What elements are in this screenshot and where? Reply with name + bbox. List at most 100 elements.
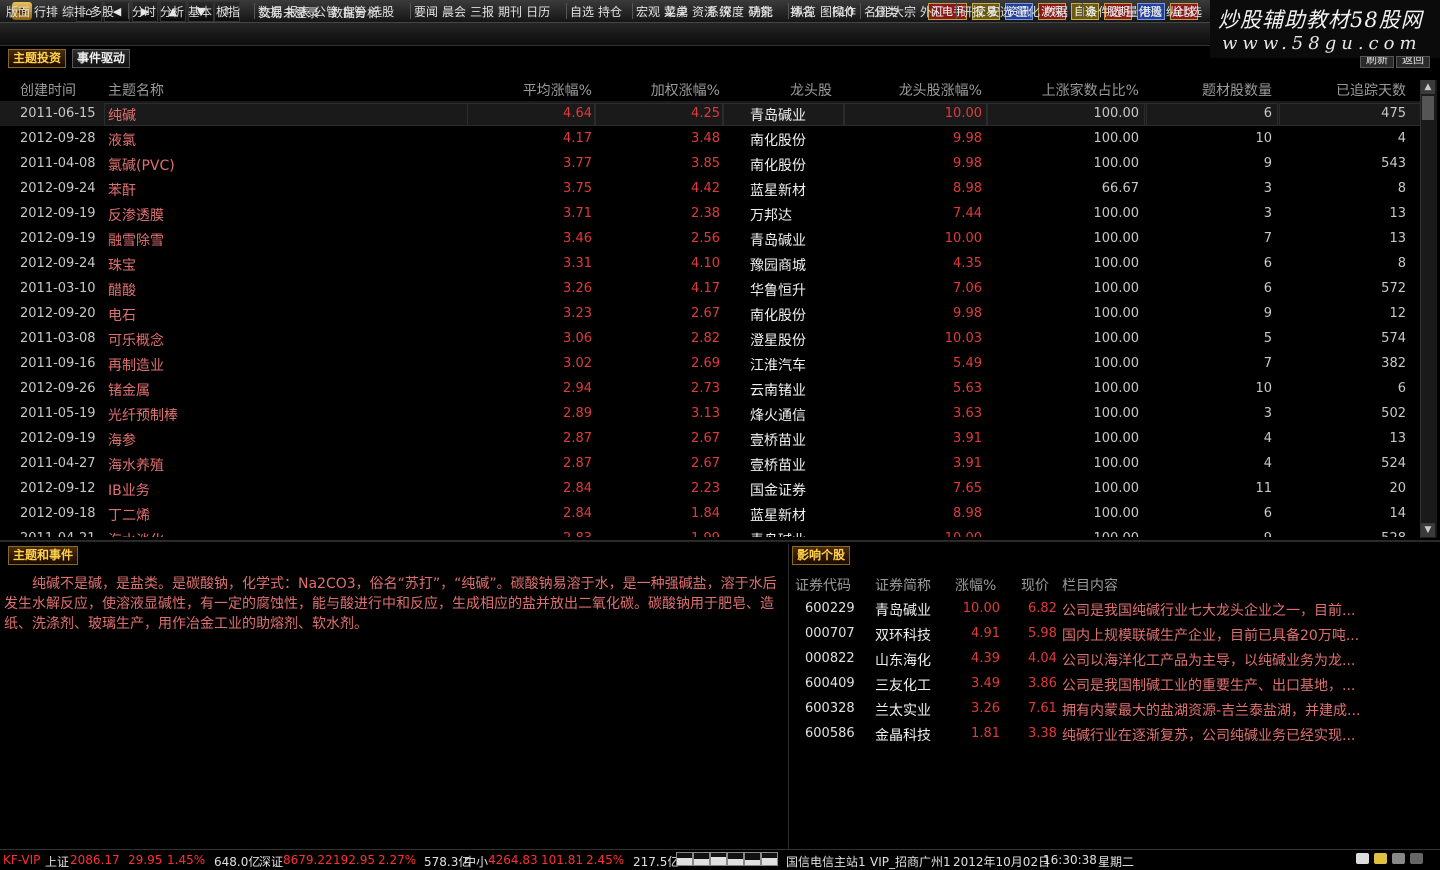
toolbar-item[interactable]: 报表 [286,5,310,19]
scroll-thumb[interactable] [1422,96,1434,120]
table-row[interactable]: 2012-09-18 丁二烯 2.84 1.84 蓝星新材 8.98 100.00 6 14 [0,501,1420,526]
toolbar-item[interactable]: 龙虎 [664,5,688,19]
network-icon[interactable] [1392,853,1405,864]
table-row[interactable]: 2011-05-19 光纤预制棒 2.89 3.13 烽火通信 3.63 100.00 3 50… [0,401,1420,426]
toolbar-item[interactable]: 日历 [526,5,550,19]
header-stock-price[interactable]: 现价 [1021,575,1049,595]
header-stock-content[interactable]: 栏目内容 [1062,575,1118,595]
toolbar-item[interactable]: 量化选 [1126,5,1162,19]
toolbar-item[interactable]: 纵览 [792,5,816,19]
toolbar-item[interactable]: 版面 [6,5,30,19]
header-leader[interactable]: 龙头股 [790,80,832,100]
table-scrollbar[interactable] [1420,80,1437,538]
zx-index[interactable]: 4264.83 [488,853,538,867]
toolbar-item[interactable]: 公管 [314,5,338,19]
toolbar-item[interactable]: 数据 [258,5,282,19]
toolbar-item[interactable]: 条件选 [1086,5,1122,19]
header-up-ratio[interactable]: 上涨家数占比% [1042,80,1139,100]
toolbar-item[interactable]: 宏观 [636,5,660,19]
toolbar-item[interactable]: 期刊 [498,5,522,19]
toolbar-item[interactable]: 要闻 [414,5,438,19]
toolbar-item[interactable]: 行排 [34,5,58,19]
tab-event-driven[interactable]: 事件驱动 [72,49,131,68]
table-row[interactable]: 2012-09-20 电石 3.23 2.67 南化股份 9.98 100.00 9 12 [0,301,1420,326]
table-row[interactable]: 2011-04-21 海水淡化 2.83 1.99 青岛碱业 10.00 100.00 9 52… [0,526,1420,537]
back-button[interactable]: 返回 [1396,56,1430,68]
toolbar-item[interactable]: 综排 [62,5,86,19]
header-avg-change[interactable]: 平均涨幅% [523,80,592,100]
refresh-button[interactable]: 刷新 [1360,56,1394,68]
toolbar-item[interactable]: 多股 [90,5,114,19]
stock-row[interactable]: 000822 山东海化 4.39 4.04 公司以海洋化工产品为主导，以纯碱业务为龙..… [790,646,1440,671]
toolbar-item[interactable]: 资流 [692,5,716,19]
toolbar-item[interactable]: 晨会 [442,5,466,19]
toolbar-item[interactable]: 深度 [720,5,744,19]
table-row[interactable]: 2012-09-28 液氯 4.17 3.48 南化股份 9.98 100.00 10 4 [0,126,1420,151]
header-tracked-days[interactable]: 已追踪天数 [1336,80,1406,100]
mail-icon[interactable] [1356,853,1369,864]
server-name[interactable]: 国信电信主站1 [786,853,866,870]
table-row[interactable]: 2012-09-19 海参 2.87 2.67 壹桥苗业 3.91 100.00 4 13 [0,426,1420,451]
toolbar-item[interactable]: 板指 [216,5,240,19]
toolbar-item[interactable]: 名国 [864,5,888,19]
toolbar-item[interactable]: 分时 [132,5,156,19]
toolbar-item[interactable]: 纵比选 [1166,5,1202,19]
toolbar-item[interactable]: 三报 [470,5,494,19]
toolbar-item[interactable]: 自管 [342,5,366,19]
toolbar-item[interactable]: 数据 [1044,5,1068,19]
stock-row[interactable]: 600586 金晶科技 1.81 3.38 纯碱行业在逐渐复苏，公司纯碱业务已经实现..… [790,721,1440,746]
header-stock-change[interactable]: 涨幅% [955,575,996,595]
panel-divider[interactable] [0,540,1440,542]
tab-affected-stocks[interactable]: 影响个股 [792,546,851,565]
header-stock-count[interactable]: 题材股数量 [1202,80,1272,100]
sh-label[interactable]: 上证 [45,853,69,870]
header-create-time[interactable]: 创建时间 [20,80,76,100]
toolbar-item[interactable]: 选股 [370,5,394,19]
header-leader-change[interactable]: 龙头股涨幅% [899,80,982,100]
sz-index[interactable]: 8679.22 [283,853,333,867]
stock-row[interactable]: 000707 双环科技 4.91 5.98 国内上规模联碱生产企业，目前已具备20万吨.… [790,621,1440,646]
table-row[interactable]: 2012-09-12 IB业务 2.84 2.23 国金证券 7.65 100.00 11 20 [0,476,1420,501]
zx-label[interactable]: 中小 [464,853,488,870]
toolbar-item[interactable]: 图F10 [820,5,854,19]
scroll-up-icon[interactable]: ▲ [1421,80,1435,94]
header-stock-name[interactable]: 证券简称 [875,575,931,595]
panel-vertical-divider[interactable] [788,544,789,849]
toolbar-item[interactable]: 量化 [1016,5,1040,19]
toolbar-item[interactable]: 分析 [160,5,184,19]
tab-theme-investment[interactable]: 主题投资 [8,49,67,68]
stock-row[interactable]: 600229 青岛碱业 10.00 6.82 公司是我国纯碱行业七大龙头企业之一，目前.… [790,596,1440,621]
settings-icon[interactable] [1410,853,1423,864]
toolbar-item[interactable]: 持仓 [598,5,622,19]
table-row[interactable]: 2011-04-08 氯碱(PVC) 3.77 3.85 南化股份 9.98 100.00 9… [0,151,1420,176]
header-weighted-change[interactable]: 加权涨幅% [651,80,720,100]
toolbar-item[interactable]: 外汇 [920,5,944,19]
sh-index[interactable]: 2086.17 [70,853,120,867]
table-row[interactable]: 2011-03-10 醋酸 3.26 4.17 华鲁恒升 7.06 100.00 6 572 [0,276,1420,301]
header-theme-name[interactable]: 主题名称 [108,80,164,100]
table-row[interactable]: 2012-09-26 锗金属 2.94 2.73 云南锗业 5.63 100.00 10 6 [0,376,1420,401]
toolbar-item[interactable]: 自选 [570,5,594,19]
tab-theme-events[interactable]: 主题和事件 [8,546,79,565]
scroll-down-icon[interactable]: ▼ [1421,523,1435,537]
toolbar-item[interactable]: 研报 [960,5,984,19]
sz-label[interactable]: 深证 [259,853,283,870]
table-row[interactable]: 2011-04-27 海水养殖 2.87 2.67 壹桥苗业 3.91 100.00 4 524 [0,451,1420,476]
toolbar-item[interactable]: 大宗 [892,5,916,19]
table-row[interactable]: 2012-09-24 苯酐 3.75 4.42 蓝星新材 8.98 66.67 3 8 [0,176,1420,201]
table-row[interactable]: 2011-03-08 可乐概念 3.06 2.82 澄星股份 10.03 100.00 5 57… [0,326,1420,351]
account-level[interactable]: KF-VIP [3,853,40,867]
alert-icon[interactable] [1374,853,1387,864]
table-row[interactable]: 2011-06-15 纯碱 4.64 4.25 青岛碱业 10.00 100.00 6 475 [0,101,1420,126]
toolbar-item[interactable]: 安选 [988,5,1012,19]
toolbar-item[interactable]: 基本 [188,5,212,19]
stock-row[interactable]: 600328 兰太实业 3.26 7.61 拥有内蒙最大的盐湖资源-吉兰泰盐湖，并建成.… [790,696,1440,721]
toolbar-item[interactable]: 研究 [748,5,772,19]
stock-row[interactable]: 600409 三友化工 3.49 3.86 公司是我国制碱工业的重要生产、出口基地，..… [790,671,1440,696]
table-row[interactable]: 2011-09-16 再制造业 3.02 2.69 江淮汽车 5.49 100.00 7 382 [0,351,1420,376]
cell-name: 电石 [108,308,136,324]
table-row[interactable]: 2012-09-19 融雪除雪 3.46 2.56 青岛碱业 10.00 100.00 7 13 [0,226,1420,251]
table-row[interactable]: 2012-09-19 反渗透膜 3.71 2.38 万邦达 7.44 100.00 3 13 [0,201,1420,226]
header-stock-code[interactable]: 证券代码 [795,575,851,595]
table-row[interactable]: 2012-09-24 珠宝 3.31 4.10 豫园商城 4.35 100.00 6 8 [0,251,1420,276]
